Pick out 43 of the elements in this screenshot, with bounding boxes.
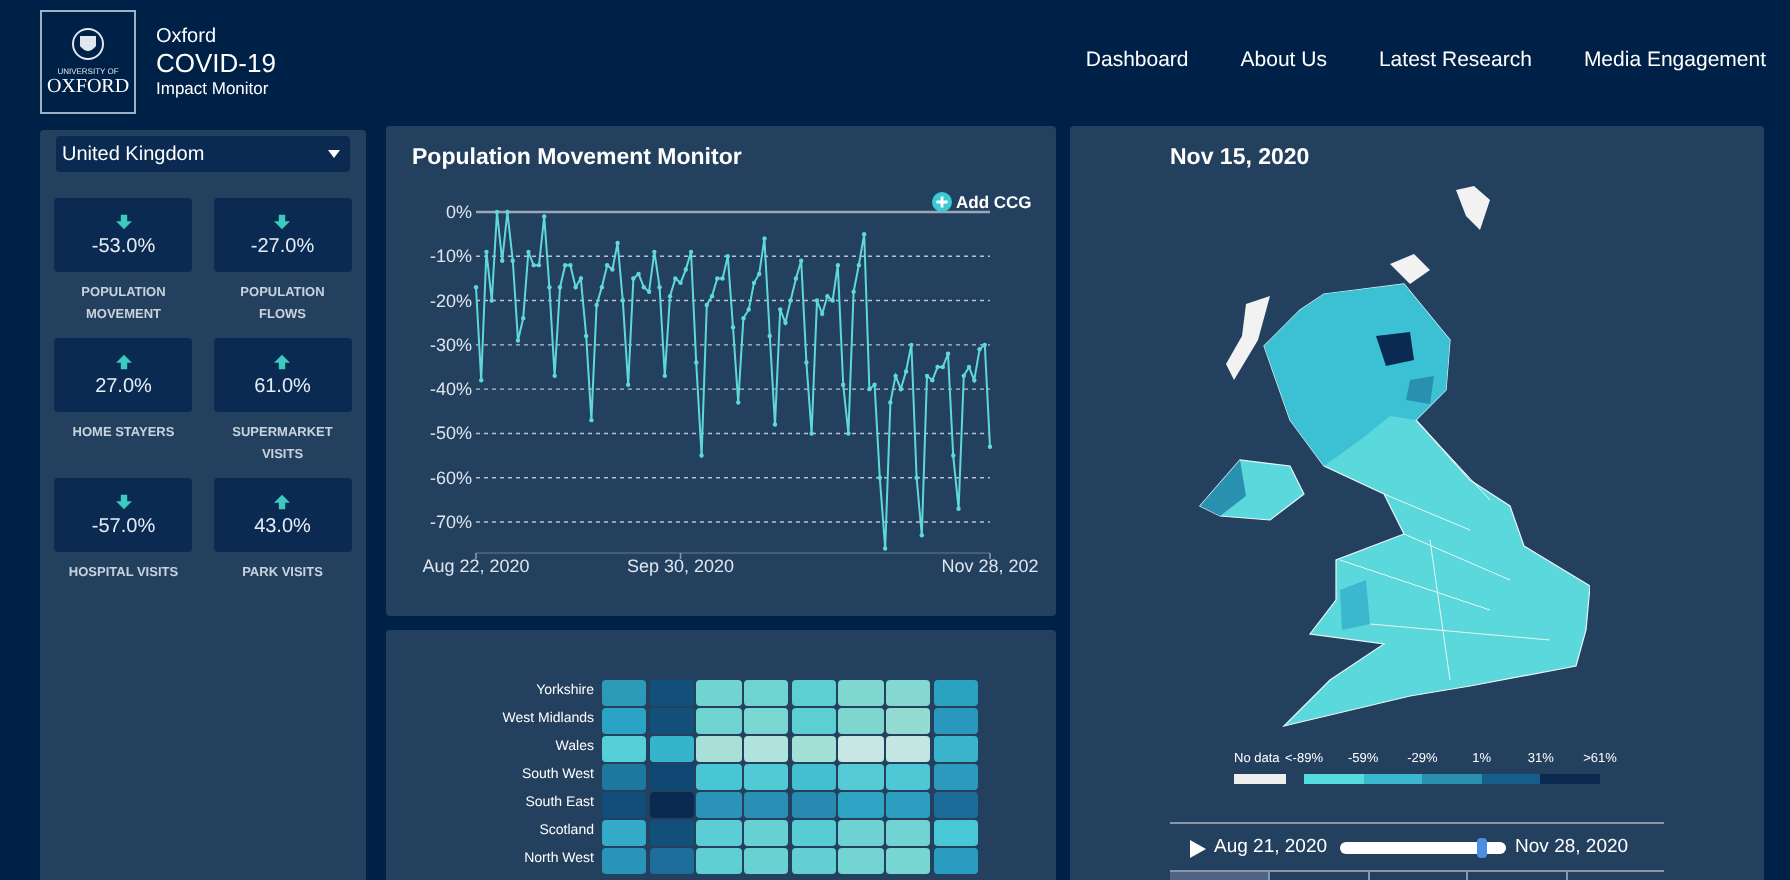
logo-wordmark: OXFORD [46, 76, 130, 98]
nav-link[interactable]: Media Engagement [1583, 46, 1766, 78]
down-arrow-icon [274, 213, 291, 229]
y-tick-label: -50% [429, 423, 472, 444]
y-tick-label: 0% [445, 202, 472, 222]
nav-link[interactable]: About Us [1240, 46, 1327, 78]
up-arrow-icon [115, 353, 132, 369]
down-arrow-icon [115, 213, 132, 229]
up-arrow-icon [274, 353, 291, 369]
y-tick-label: -60% [429, 467, 472, 488]
x-tick-label: Sep 30, 2020 [627, 556, 735, 576]
x-tick-label: Aug 22, 2020 [422, 556, 530, 576]
slider-thumb[interactable] [1476, 838, 1487, 858]
up-arrow-icon [274, 493, 291, 509]
plus-icon [932, 192, 952, 213]
crest-icon [72, 26, 104, 62]
app-title: COVID-19 [156, 49, 276, 77]
y-tick-label: -40% [429, 379, 472, 400]
y-tick-label: -30% [429, 334, 472, 355]
timeline-slider[interactable] [1339, 842, 1506, 854]
app-subtitle: Impact Monitor [156, 77, 271, 99]
map-date: Nov 15, 2020 [1170, 144, 1312, 172]
timeline-start-date: Aug 21, 2020 [1214, 833, 1328, 862]
y-tick-label: -20% [429, 290, 472, 311]
timeline-end-date: Nov 28, 2020 [1515, 833, 1629, 862]
nav-link[interactable]: Latest Research [1378, 46, 1532, 78]
brand-name: Oxford [156, 25, 219, 49]
x-tick-label: Nov 28, 202 [941, 556, 1039, 576]
y-tick-label: -70% [429, 512, 472, 532]
metric-value: -57.0% [91, 515, 156, 537]
play-icon[interactable] [1190, 839, 1206, 857]
caret-icon [328, 150, 340, 158]
y-tick-label: -10% [429, 246, 472, 267]
nav-link[interactable]: Dashboard [1085, 46, 1189, 78]
down-arrow-icon [115, 493, 132, 509]
metric-value: 43.0% [254, 515, 311, 537]
metric-value: -53.0% [91, 235, 156, 257]
add-ccg-button[interactable]: Add CCG [932, 190, 1032, 216]
region-dropdown[interactable]: United Kingdom [56, 136, 350, 172]
metric-value: -27.0% [250, 235, 315, 257]
metric-value: 27.0% [95, 375, 152, 397]
chart-title: Population Movement Monitor [410, 144, 744, 172]
metric-value: 61.0% [254, 375, 311, 397]
